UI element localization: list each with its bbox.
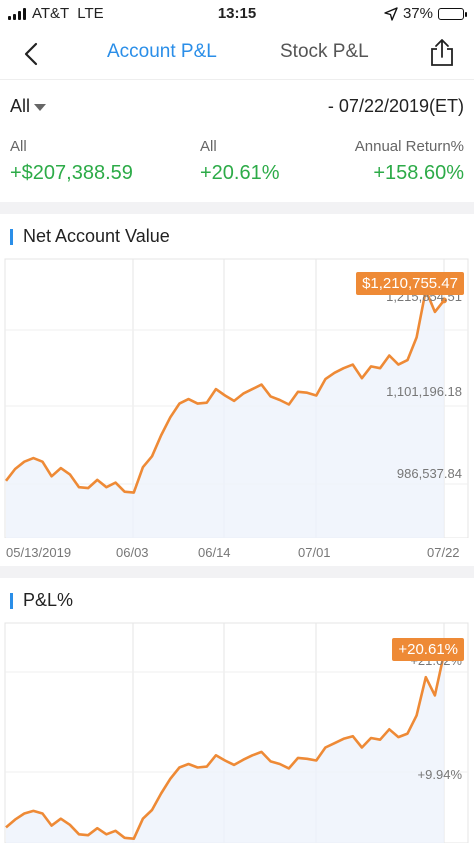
chart-title: P&L% xyxy=(23,590,74,610)
x-tick-label: 06/03 xyxy=(116,545,149,560)
caret-down-icon xyxy=(34,104,47,111)
nav-bar: Account P&L Stock P&L xyxy=(0,28,474,80)
filter-row: All - 07/22/2019(ET) xyxy=(0,92,474,122)
series-area xyxy=(6,290,444,538)
section-accent-bar xyxy=(10,592,13,609)
status-bar: AT&T LTE 13:15 37% xyxy=(0,0,474,28)
back-chevron-icon[interactable] xyxy=(18,40,46,68)
x-tick-label: 07/01 xyxy=(298,545,331,560)
section-divider xyxy=(0,202,474,214)
location-arrow-icon xyxy=(384,6,398,21)
account-filter-dropdown[interactable]: All xyxy=(10,96,47,117)
y-tick-label: +9.94% xyxy=(417,767,462,782)
total-pl-value: +$207,388.59 xyxy=(10,162,133,184)
tab-stock-pl[interactable]: Stock P&L xyxy=(280,41,369,63)
y-tick-label: 986,537.84 xyxy=(396,466,462,481)
battery-icon xyxy=(438,7,467,20)
last-value-badge: +20.61% xyxy=(392,638,464,661)
x-tick-label: 06/14 xyxy=(198,545,231,560)
section-divider xyxy=(0,566,474,578)
net-account-value-chart[interactable]: 1,215,854.51 1,101,196.18 986,537.84 $1,… xyxy=(0,258,474,568)
date-range[interactable]: - 07/22/2019(ET) xyxy=(328,96,464,117)
last-value-badge: $1,210,755.47 xyxy=(356,272,464,295)
total-pl-percent: +20.61% xyxy=(200,162,280,184)
annual-return-value: +158.60% xyxy=(373,162,464,184)
x-tick-label: 07/22 xyxy=(427,545,460,560)
section-accent-bar xyxy=(10,228,13,245)
tab-account-pl[interactable]: Account P&L xyxy=(107,41,217,63)
summary-label: Annual Return% xyxy=(354,138,464,155)
summary-stats: All +$207,388.59 All +20.61% Annual Retu… xyxy=(0,134,474,200)
share-icon[interactable] xyxy=(428,38,456,68)
pl-percent-title: P&L% xyxy=(10,590,73,611)
x-tick-label: 05/13/2019 xyxy=(6,545,72,560)
pl-percent-chart[interactable]: +21.02% +9.94% +20.61% xyxy=(0,622,474,843)
series-area xyxy=(6,653,444,843)
chart-title: Net Account Value xyxy=(23,226,170,246)
summary-label: All xyxy=(10,138,27,155)
summary-label: All xyxy=(200,138,217,155)
battery-percent: 37% xyxy=(402,5,433,22)
y-tick-label: 1,101,196.18 xyxy=(386,384,462,399)
account-filter-label: All xyxy=(10,96,31,116)
status-right: 37% xyxy=(384,5,467,22)
net-account-value-title: Net Account Value xyxy=(10,226,170,247)
